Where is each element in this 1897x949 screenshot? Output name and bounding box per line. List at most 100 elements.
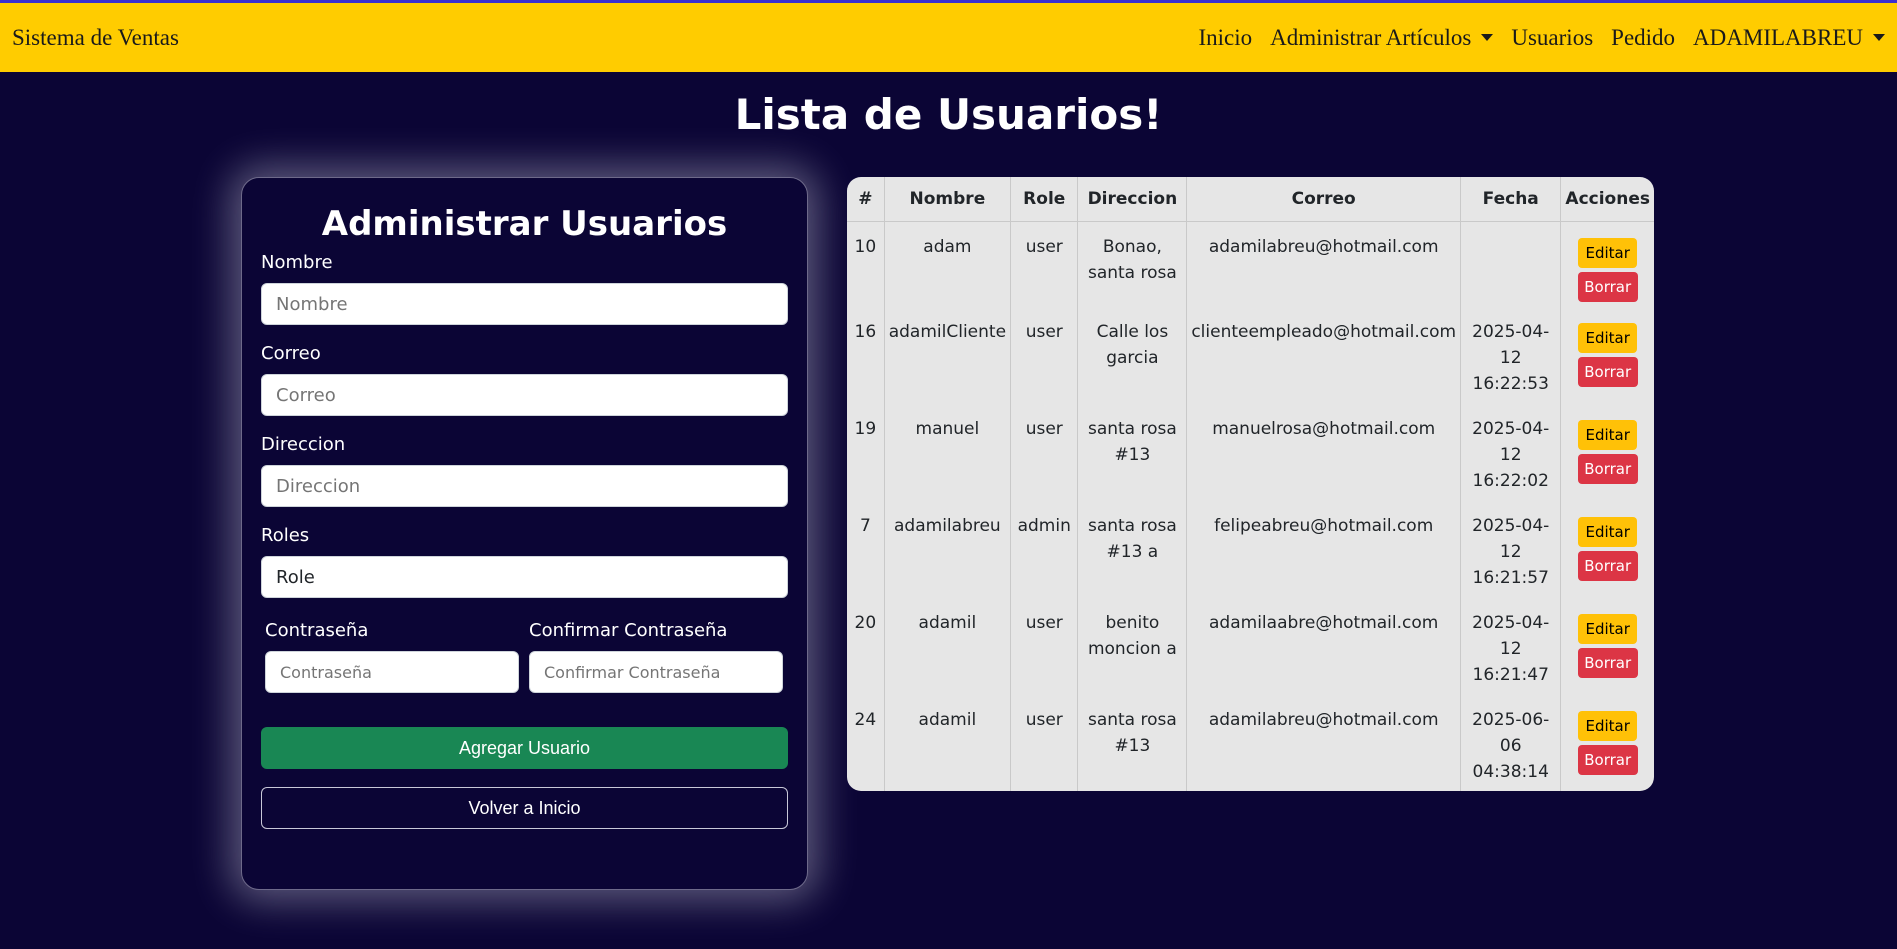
cell-role: user <box>1010 598 1079 695</box>
navbar: Sistema de Ventas Inicio Administrar Art… <box>0 0 1897 72</box>
table-row: 7 adamilabreu admin santa rosa #13 a feli… <box>847 501 1654 598</box>
edit-button[interactable]: Editar <box>1578 420 1638 450</box>
direccion-line: #13 <box>1114 445 1151 465</box>
nav-dropdown-user[interactable]: ADAMILABREU <box>1693 25 1885 51</box>
fecha-line: 16:22:02 <box>1472 471 1549 491</box>
cell-fecha: 2025-04- 12 16:22:02 <box>1460 404 1562 501</box>
header-acciones: Acciones <box>1560 177 1654 222</box>
table-header-row: # Nombre Role Direccion Correo Fecha Acc… <box>847 177 1654 222</box>
roles-select[interactable]: Role <box>261 556 788 598</box>
cell-direccion: benito moncion a <box>1077 598 1188 695</box>
row-actions: Editar Borrar <box>1565 610 1650 678</box>
header-id: # <box>847 177 885 222</box>
edit-button[interactable]: Editar <box>1578 517 1638 547</box>
table-row: 16 adamilCliente user Calle los garcia cl… <box>847 307 1654 404</box>
cell-acciones: Editar Borrar <box>1561 307 1654 404</box>
edit-button[interactable]: Editar <box>1578 323 1638 353</box>
fecha-line: 2025-04- <box>1472 516 1550 536</box>
cell-direccion: Bonao, santa rosa <box>1077 221 1188 307</box>
nav-link-usuarios[interactable]: Usuarios <box>1511 25 1593 51</box>
delete-button[interactable]: Borrar <box>1577 454 1638 484</box>
nombre-input[interactable] <box>261 283 788 325</box>
nav-link-inicio-label: Inicio <box>1198 24 1253 50</box>
password-input[interactable] <box>265 651 519 693</box>
direccion-line: santa rosa <box>1087 516 1177 536</box>
cell-correo: adamilaabre@hotmail.com <box>1186 598 1462 695</box>
nav-dropdown-user-label: ADAMILABREU <box>1693 24 1863 50</box>
roles-label: Roles <box>261 525 310 546</box>
direccion-line: benito <box>1105 613 1160 633</box>
cell-acciones: Editar Borrar <box>1561 501 1654 598</box>
direccion-line: #13 <box>1114 736 1151 756</box>
nav-link-inicio[interactable]: Inicio <box>1198 25 1252 51</box>
direccion-line: santa rosa <box>1087 710 1177 730</box>
nav-link-pedido[interactable]: Pedido <box>1611 25 1675 51</box>
delete-button[interactable]: Borrar <box>1577 357 1638 387</box>
roles-select-value: Role <box>276 566 315 588</box>
confirm-password-input[interactable] <box>529 651 783 693</box>
fecha-line: 16:21:47 <box>1472 665 1549 685</box>
delete-button[interactable]: Borrar <box>1577 271 1638 302</box>
fecha-line: 04:38:14 <box>1472 762 1549 782</box>
fecha-line: 06 <box>1499 736 1522 756</box>
cell-nombre: adamilabreu <box>884 501 1012 598</box>
table-row: 20 adamil user benito moncion a adamilaab… <box>847 598 1654 695</box>
users-table-container: # Nombre Role Direccion Correo Fecha Acc… <box>847 177 1654 791</box>
cell-id: 7 <box>847 501 885 598</box>
fecha-line: 16:22:53 <box>1472 374 1549 394</box>
nombre-label: Nombre <box>261 252 333 273</box>
row-actions: Editar Borrar <box>1565 416 1650 484</box>
table-row: 10 adam user Bonao, santa rosa adamilabre… <box>847 221 1654 307</box>
cell-nombre: adamil <box>884 598 1012 695</box>
correo-input[interactable] <box>261 374 788 416</box>
cell-id: 16 <box>847 307 885 404</box>
cell-acciones: Editar Borrar <box>1561 598 1654 695</box>
direccion-input[interactable] <box>261 465 788 507</box>
cell-correo: clienteempleado@hotmail.com <box>1186 307 1462 404</box>
cell-acciones: Editar Borrar <box>1561 404 1654 501</box>
back-to-home-button[interactable]: Volver a Inicio <box>261 787 788 829</box>
row-actions: Editar Borrar <box>1565 234 1650 302</box>
edit-button[interactable]: Editar <box>1578 711 1638 741</box>
cell-id: 24 <box>847 695 885 791</box>
cell-id: 19 <box>847 404 885 501</box>
cell-acciones: Editar Borrar <box>1561 695 1654 791</box>
nav-links: Inicio Administrar Artículos Usuarios Pe… <box>1198 25 1885 51</box>
users-table: # Nombre Role Direccion Correo Fecha Acc… <box>847 177 1654 791</box>
direccion-line: moncion a <box>1087 639 1177 659</box>
brand-link[interactable]: Sistema de Ventas <box>12 25 179 51</box>
delete-button[interactable]: Borrar <box>1577 648 1638 678</box>
cell-correo: adamilabreu@hotmail.com <box>1186 221 1462 307</box>
delete-button[interactable]: Borrar <box>1577 745 1638 775</box>
page-title: Lista de Usuarios! <box>734 90 1163 139</box>
cell-correo: felipeabreu@hotmail.com <box>1186 501 1462 598</box>
cell-acciones: Editar Borrar <box>1561 221 1654 307</box>
edit-button[interactable]: Editar <box>1578 614 1638 644</box>
form-title: Administrar Usuarios <box>321 204 728 244</box>
direccion-line: santa rosa <box>1087 419 1177 439</box>
fecha-line: 2025-04- <box>1472 322 1550 342</box>
password-label: Contraseña <box>265 620 369 641</box>
fecha-line: 2025-06- <box>1472 710 1550 730</box>
cell-fecha: 2025-04- 12 16:21:57 <box>1460 501 1562 598</box>
nav-dropdown-articulos-label: Administrar Artículos <box>1270 24 1472 50</box>
cell-direccion: Calle los garcia <box>1077 307 1188 404</box>
nav-link-usuarios-label: Usuarios <box>1511 24 1594 50</box>
row-actions: Editar Borrar <box>1565 513 1650 581</box>
add-user-button[interactable]: Agregar Usuario <box>261 727 788 769</box>
edit-button[interactable]: Editar <box>1578 237 1638 268</box>
fecha-line: 12 <box>1499 445 1522 465</box>
cell-fecha: 2025-04- 12 16:21:47 <box>1460 598 1562 695</box>
cell-role: user <box>1010 307 1079 404</box>
fecha-line: 16:21:57 <box>1472 568 1549 588</box>
direccion-line: Calle los <box>1096 322 1169 342</box>
table-row: 19 manuel user santa rosa #13 manuelrosa@… <box>847 404 1654 501</box>
delete-button[interactable]: Borrar <box>1577 551 1638 581</box>
header-role: Role <box>1010 177 1079 222</box>
nav-dropdown-articulos[interactable]: Administrar Artículos <box>1270 24 1494 51</box>
cell-correo: manuelrosa@hotmail.com <box>1186 404 1462 501</box>
cell-fecha: 2025-04- 12 16:22:53 <box>1460 307 1562 404</box>
fecha-line: 12 <box>1499 348 1522 368</box>
user-form-card: Administrar Usuarios Nombre Correo Direc… <box>241 177 808 890</box>
fecha-line: 12 <box>1499 639 1522 659</box>
